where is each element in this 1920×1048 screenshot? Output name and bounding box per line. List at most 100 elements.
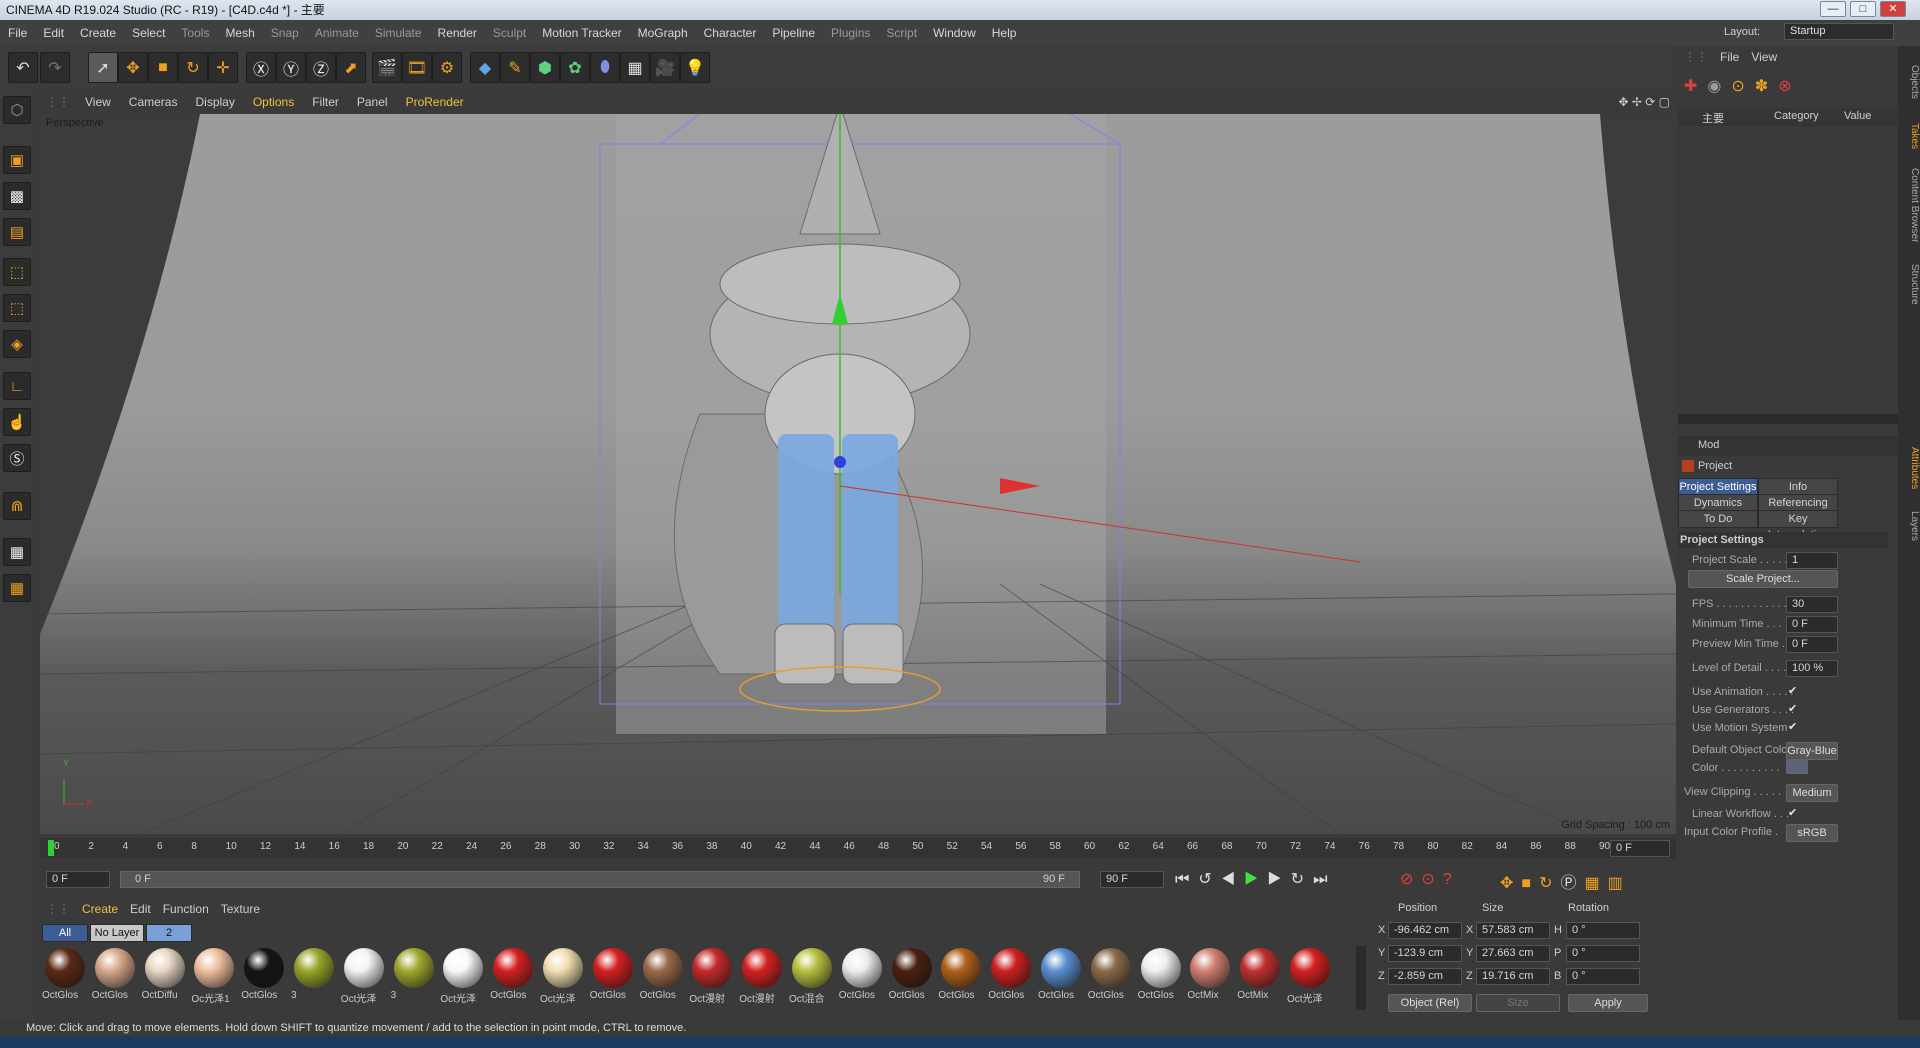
grid-snap-icon[interactable]: ▦ bbox=[3, 574, 31, 602]
record-icon[interactable]: ⊘ bbox=[1400, 871, 1421, 888]
material-swatch[interactable]: OctMix bbox=[1187, 946, 1232, 1004]
menu-plugins[interactable]: Plugins bbox=[823, 20, 878, 46]
playback-buttons[interactable]: ⏮↺◀▶▶↻⏭ bbox=[1175, 869, 1336, 889]
coord-mode-select[interactable]: Object (Rel) bbox=[1388, 994, 1472, 1012]
render-picture-viewer-icon[interactable]: 🎞 bbox=[402, 52, 432, 83]
menu-motion-tracker[interactable]: Motion Tracker bbox=[534, 20, 629, 46]
material-swatch[interactable]: OctGlos bbox=[640, 946, 685, 1004]
autokey-icon[interactable]: ⊙ bbox=[1421, 871, 1442, 888]
menu-create[interactable]: Create bbox=[72, 20, 124, 46]
menu-tools[interactable]: Tools bbox=[173, 20, 217, 46]
maximize-button[interactable]: □ bbox=[1850, 1, 1876, 17]
menu-character[interactable]: Character bbox=[696, 20, 765, 46]
material-menu-edit[interactable]: Edit bbox=[124, 902, 157, 916]
objects-menu-view[interactable]: View bbox=[1745, 50, 1783, 64]
workplane-lock-icon[interactable]: ▦ bbox=[3, 538, 31, 566]
side-tab-content-browser[interactable]: Content Browser bbox=[1898, 160, 1920, 250]
material-swatch[interactable]: OctGlos bbox=[42, 946, 87, 1004]
cloner-icon[interactable]: ✿ bbox=[560, 52, 590, 83]
material-swatch[interactable]: OctDiffu bbox=[142, 946, 187, 1004]
material-swatch[interactable]: Oct光泽 bbox=[540, 946, 585, 1005]
key-param-icon[interactable]: Ⓟ bbox=[1560, 875, 1584, 892]
material-swatch[interactable]: 3 bbox=[291, 946, 336, 1004]
edges-mode-icon[interactable]: ⬚ bbox=[3, 294, 31, 322]
timeline-ruler[interactable]: 0 2 4 6 8 10 12 14 16 18 20 22 24 26 28 30 32 34 36 38 40 42 4… bbox=[40, 838, 1676, 858]
side-tab-layers[interactable]: Layers bbox=[1898, 504, 1920, 548]
attributes-mode-menu[interactable]: Mod bbox=[1698, 439, 1719, 451]
deformer-icon[interactable]: ⬮ bbox=[590, 52, 620, 83]
material-menu-texture[interactable]: Texture bbox=[215, 902, 266, 916]
axis-mode-icon[interactable]: ∟ bbox=[3, 372, 31, 400]
undo-icon[interactable]: ↶ bbox=[8, 52, 38, 83]
viewport-nav-icons[interactable]: ✥ ✢ ⟳ ▢ bbox=[1612, 90, 1676, 114]
material-swatch[interactable]: OctMix bbox=[1237, 946, 1282, 1004]
preview-min-time-field[interactable]: 0 F bbox=[1786, 636, 1838, 653]
takes-toolbar[interactable]: ✚◉⊙✽⊗ bbox=[1684, 76, 1802, 96]
select-tool-icon[interactable]: ➚ bbox=[88, 52, 118, 83]
current-frame-field[interactable]: 0 F bbox=[1610, 840, 1670, 857]
size-x-field[interactable]: 57.583 cm bbox=[1476, 922, 1550, 939]
menu-script[interactable]: Script bbox=[878, 20, 925, 46]
menu-select[interactable]: Select bbox=[124, 20, 173, 46]
z-axis-icon[interactable]: Ⓩ bbox=[306, 52, 336, 83]
key-tracks-buttons[interactable]: ✥■↻Ⓟ▦▥ bbox=[1500, 869, 1631, 893]
use-generators-checkbox[interactable]: ✔ bbox=[1788, 702, 1797, 715]
material-swatch[interactable]: Oct光泽 bbox=[440, 946, 485, 1005]
move-tool-icon[interactable]: ✥ bbox=[118, 52, 148, 83]
perspective-viewport[interactable]: Perspective Y X Grid Spacing : 100 cm bbox=[40, 114, 1676, 834]
menu-sculpt[interactable]: Sculpt bbox=[485, 20, 534, 46]
subdivision-icon[interactable]: ⬢ bbox=[530, 52, 560, 83]
material-swatch[interactable]: Oct漫射 bbox=[739, 946, 784, 1005]
points-mode-icon[interactable]: ⬚ bbox=[3, 258, 31, 286]
x-axis-icon[interactable]: Ⓧ bbox=[246, 52, 276, 83]
material-swatch[interactable]: Oc光泽1 bbox=[191, 946, 236, 1005]
material-swatch[interactable]: Oct漫射 bbox=[689, 946, 734, 1005]
coordinate-system-icon[interactable]: ⬈ bbox=[336, 52, 366, 83]
take-icon[interactable]: ◉ bbox=[1707, 78, 1731, 95]
key-pla-icon[interactable]: ▦ bbox=[1585, 875, 1608, 892]
rotation-h-field[interactable]: 0 ° bbox=[1566, 922, 1640, 939]
material-scrollbar[interactable] bbox=[1356, 946, 1366, 1010]
cube-icon[interactable]: ◆ bbox=[470, 52, 500, 83]
play-icon[interactable]: ▶ bbox=[1244, 871, 1267, 888]
lock-icon[interactable]: ⊗ bbox=[1778, 78, 1801, 95]
viewport-menu-prorender[interactable]: ProRender bbox=[397, 90, 473, 114]
size-y-field[interactable]: 27.663 cm bbox=[1476, 945, 1550, 962]
timeline-window-icon[interactable]: ▥ bbox=[1608, 875, 1631, 892]
side-tab-structure[interactable]: Structure bbox=[1898, 254, 1920, 314]
fps-field[interactable]: 30 bbox=[1786, 596, 1838, 613]
render-settings-icon[interactable]: ⚙ bbox=[432, 52, 462, 83]
key-position-icon[interactable]: ✥ bbox=[1500, 875, 1521, 892]
minimize-button[interactable]: — bbox=[1820, 1, 1846, 17]
go-to-start-icon[interactable]: ⏮ bbox=[1175, 871, 1198, 888]
keyframe-selection-icon[interactable]: ? bbox=[1443, 871, 1460, 888]
viewport-menu-display[interactable]: Display bbox=[186, 90, 243, 114]
position-z-field[interactable]: -2.859 cm bbox=[1388, 968, 1462, 985]
light-icon[interactable]: 💡 bbox=[680, 52, 710, 83]
material-swatch[interactable]: OctGlos bbox=[1038, 946, 1083, 1004]
render-view-icon[interactable]: 🎬 bbox=[372, 52, 402, 83]
polygons-mode-icon[interactable]: ◈ bbox=[3, 330, 31, 358]
apply-button[interactable]: Apply bbox=[1568, 994, 1648, 1012]
record-buttons[interactable]: ⊘⊙? bbox=[1400, 869, 1460, 889]
tweak-icon[interactable]: ☝ bbox=[3, 408, 31, 436]
menu-pipeline[interactable]: Pipeline bbox=[764, 20, 823, 46]
material-menu-function[interactable]: Function bbox=[157, 902, 215, 916]
material-swatch[interactable]: Oct光泽 bbox=[341, 946, 386, 1005]
close-button[interactable]: ✕ bbox=[1880, 1, 1906, 17]
layout-select[interactable]: Startup bbox=[1784, 23, 1894, 40]
timeline-playhead[interactable] bbox=[48, 840, 54, 856]
menu-render[interactable]: Render bbox=[430, 20, 485, 46]
min-time-field[interactable]: 0 F bbox=[1786, 616, 1838, 633]
rotation-p-field[interactable]: 0 ° bbox=[1566, 945, 1640, 962]
menu-mesh[interactable]: Mesh bbox=[217, 20, 262, 46]
menu-simulate[interactable]: Simulate bbox=[367, 20, 430, 46]
lod-field[interactable]: 100 % bbox=[1786, 660, 1838, 677]
takes-scrollbar[interactable] bbox=[1678, 414, 1898, 424]
side-tab-objects[interactable]: Objects bbox=[1898, 52, 1920, 112]
material-swatch[interactable]: OctGlos bbox=[839, 946, 884, 1004]
material-swatch[interactable]: OctGlos bbox=[889, 946, 934, 1004]
use-animation-checkbox[interactable]: ✔ bbox=[1788, 684, 1797, 697]
key-scale-icon[interactable]: ■ bbox=[1521, 875, 1539, 892]
viewport-menu-panel[interactable]: Panel bbox=[348, 90, 397, 114]
